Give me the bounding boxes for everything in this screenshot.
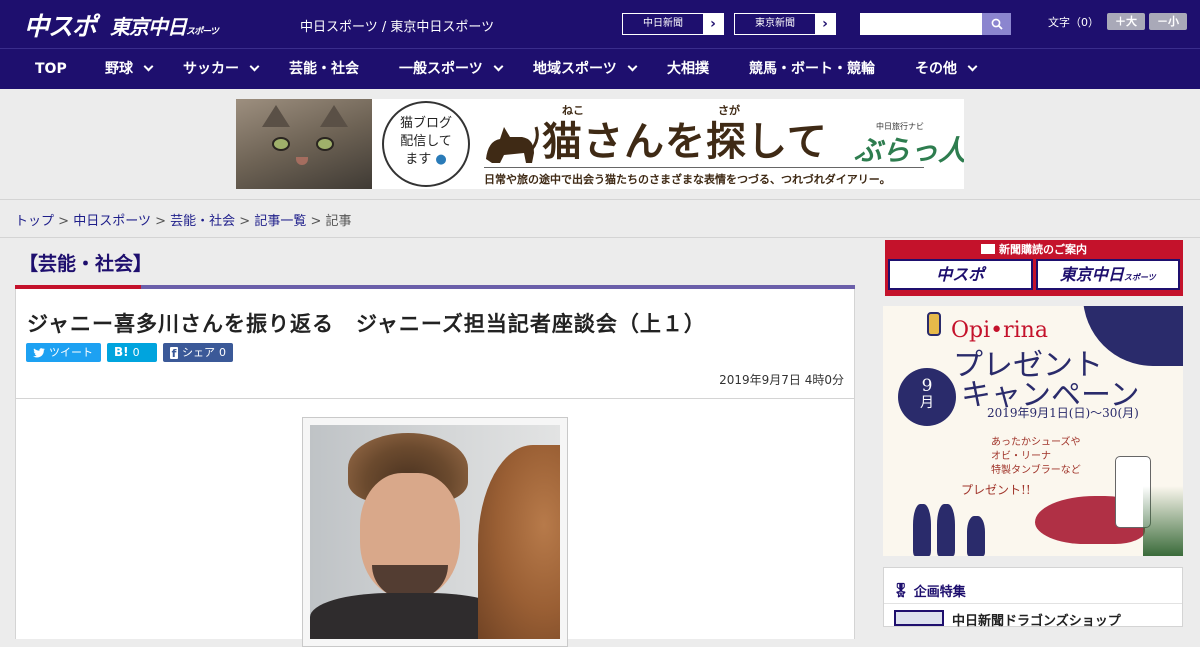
nav-item-keiba[interactable]: 競馬・ボート・競輪 (749, 49, 875, 89)
chunichi-shimbun-link[interactable]: 中日新聞 › (622, 13, 724, 35)
black-cat-icon (486, 126, 539, 163)
tokyo-shimbun-link[interactable]: 東京新聞 › (734, 13, 836, 35)
nav-item-entertainment[interactable]: 芸能・社会 (289, 49, 359, 89)
site-logo[interactable]: 中スポ 東京中日スポーツ (24, 7, 219, 43)
feature-section: 🎖 企画特集 中日新聞ドラゴンズショップ (883, 567, 1183, 629)
nav-item-regional-sports[interactable]: 地域スポーツ (533, 49, 638, 89)
nav-item-baseball[interactable]: 野球 (105, 49, 154, 89)
search-icon (991, 18, 1003, 30)
chevron-down-icon (249, 61, 260, 72)
chevron-down-icon (493, 61, 504, 72)
banner-title: 猫さんを探して ねこ さが (542, 104, 828, 165)
banner-subtitle: 日常や旅の途中で出会う猫たちのさまざまな表情をつづる、つれづれダイアリー。 (484, 173, 891, 186)
breadcrumb-current: 記事 (325, 214, 352, 229)
breadcrumb-article-list[interactable]: 記事一覧 (254, 214, 306, 229)
chevron-right-icon: › (815, 14, 835, 34)
chevron-right-icon: › (703, 14, 723, 34)
article-title: ジャニー喜多川さんを振り返る ジャニーズ担当記者座談会（上１） (27, 312, 706, 336)
breadcrumb-chunichi-sports[interactable]: 中日スポーツ (73, 214, 151, 229)
twitter-icon (33, 347, 45, 357)
sidebar: 新聞購読のご案内 中スポ 東京中日スポーツ Opi•rina プレゼント キャン… (883, 240, 1183, 629)
article-header: ジャニー喜多川さんを振り返る ジャニーズ担当記者座談会（上１） ツイート B! … (15, 289, 855, 399)
site-names: 中日スポーツ / 東京中日スポーツ (300, 20, 495, 35)
banner-area: 猫ブログ 配信して ます ● 猫さんを探して ねこ さが 日常や旅の途中で出会う… (0, 89, 1200, 200)
logo-chuspo[interactable]: 中スポ (24, 7, 97, 43)
facebook-share-button[interactable]: f シェア 0 (163, 343, 233, 362)
main-content: 【芸能・社会】 ジャニー喜多川さんを振り返る ジャニーズ担当記者座談会（上１） … (15, 240, 855, 647)
search-box (860, 13, 1011, 35)
rabbit-icon (967, 516, 985, 556)
lantern-icon (927, 312, 941, 336)
category-label: 【芸能・社会】 (19, 253, 153, 275)
nav-item-other[interactable]: その他 (915, 49, 978, 89)
search-button[interactable] (982, 13, 1011, 35)
font-size-controls: 文字（0） ＋大 －小 (1048, 13, 1187, 30)
site-header: 中スポ 東京中日スポーツ 中日スポーツ / 東京中日スポーツ 中日新聞 › 東京… (0, 0, 1200, 48)
promo-dates: 2019年9月1日(日)〜30(月) (987, 406, 1139, 420)
tweet-button[interactable]: ツイート (26, 343, 101, 362)
feature-thumbnail (894, 610, 944, 626)
promo-banner-opirina[interactable]: Opi•rina プレゼント キャンペーン 9月 2019年9月1日(日)〜30… (883, 306, 1183, 556)
font-size-up-button[interactable]: ＋大 (1107, 13, 1145, 30)
article-photo-frame (302, 417, 568, 647)
promo-description: あったかシューズや オビ・リーナ 特製タンブラーなど (991, 437, 1081, 476)
feature-item[interactable]: 中日新聞ドラゴンズショップ (884, 604, 1182, 629)
main-nav: TOP 野球 サッカー 芸能・社会 一般スポーツ 地域スポーツ 大相撲 競馬・ボ… (0, 48, 1200, 89)
rabbit-icon (937, 504, 955, 556)
promo-month: 9月 (898, 368, 956, 426)
font-size-label: 文字（0） (1048, 15, 1099, 29)
facebook-icon: f (170, 346, 178, 360)
ad-banner-cat-blog[interactable]: 猫ブログ 配信して ます ● 猫さんを探して ねこ さが 日常や旅の途中で出会う… (236, 99, 964, 189)
breadcrumb-top[interactable]: トップ (15, 214, 54, 229)
chevron-down-icon (627, 61, 638, 72)
subscribe-tokyo-chunichi-button[interactable]: 東京中日スポーツ (1035, 259, 1180, 290)
cat-photo (236, 99, 372, 189)
nav-item-general-sports[interactable]: 一般スポーツ (399, 49, 504, 89)
chevron-down-icon (967, 61, 978, 72)
subscription-title: 新聞購読のご案内 (888, 240, 1180, 259)
font-size-down-button[interactable]: －小 (1149, 13, 1187, 30)
breadcrumb: トップ > 中日スポーツ > 芸能・社会 > 記事一覧 > 記事 (0, 200, 1200, 238)
nav-item-soccer[interactable]: サッカー (183, 49, 260, 89)
promo-present: プレゼント!! (961, 483, 1031, 497)
newspaper-icon (981, 244, 995, 254)
banner-brand: ぶらっ人 (854, 134, 964, 167)
article-date: 2019年9月7日 4時0分 (719, 373, 844, 387)
hatena-bookmark-button[interactable]: B! 0 (107, 343, 157, 362)
search-input[interactable] (860, 13, 982, 35)
rabbit-icon (913, 504, 931, 556)
article-photo[interactable] (310, 425, 560, 639)
share-buttons: ツイート B! 0 f シェア 0 (26, 343, 233, 362)
ribbon-icon: 🎖 (892, 582, 910, 599)
speech-bubble: 猫ブログ 配信して ます ● (382, 101, 470, 187)
paw-icon: ● (435, 152, 447, 167)
hatena-icon: B! (114, 345, 129, 359)
nav-item-top[interactable]: TOP (35, 49, 67, 89)
logo-tokyo-chunichi[interactable]: 東京中日スポーツ (110, 11, 219, 40)
nav-item-sumo[interactable]: 大相撲 (667, 49, 709, 89)
chevron-down-icon (143, 61, 154, 72)
subscription-box: 新聞購読のご案内 中スポ 東京中日スポーツ (885, 240, 1183, 296)
feature-header: 🎖 企画特集 (884, 568, 1182, 604)
subscribe-chuspo-button[interactable]: 中スポ (888, 259, 1033, 290)
article-body (15, 399, 855, 647)
breadcrumb-entertainment[interactable]: 芸能・社会 (170, 214, 235, 229)
